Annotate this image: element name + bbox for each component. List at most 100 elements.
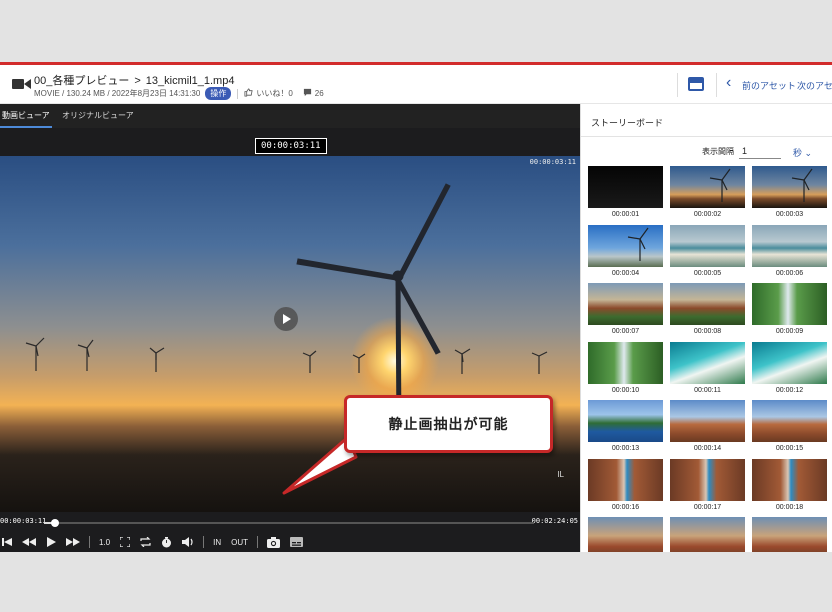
thumbnail-image <box>670 517 745 552</box>
thumbnail-timestamp: 00:00:03 <box>775 211 804 218</box>
storyboard-thumbnail[interactable]: 00:00:12 <box>752 341 827 394</box>
thumbnail-timestamp: 00:00:02 <box>693 211 722 218</box>
breadcrumb-folder[interactable]: 00_各種プレビュー <box>34 75 129 87</box>
storyboard-thumbnail[interactable]: 00:00:09 <box>752 283 827 335</box>
thumbnail-image <box>588 283 663 325</box>
breadcrumb-separator: > <box>134 75 141 87</box>
thumbnail-timestamp: 00:00:04 <box>611 269 640 277</box>
thumbnail-image <box>588 517 663 552</box>
divider <box>716 73 717 97</box>
timer-icon[interactable] <box>161 536 172 548</box>
feature-callout: 静止画抽出が可能 <box>344 395 553 453</box>
storyboard-thumbnail[interactable]: 00:00:01 <box>588 166 663 218</box>
thumbnail-image <box>752 166 827 208</box>
volume-icon[interactable] <box>182 537 194 547</box>
storyboard-thumbnail[interactable]: 00:00:17 <box>670 458 745 511</box>
operation-button[interactable]: 操作 <box>205 87 232 100</box>
breadcrumb: 00_各種プレビュー >13_kicmil1_1.mp4 <box>34 72 234 88</box>
storyboard-thumbnail[interactable]: 00:00:14 <box>670 400 745 452</box>
interval-input[interactable] <box>739 143 781 159</box>
frame-timecode: 00:00:03:11 <box>529 158 576 166</box>
interval-unit-select[interactable]: 秒 ⌄ <box>793 146 812 159</box>
skip-start-icon[interactable] <box>2 537 12 547</box>
storyboard-thumbnail[interactable]: 00:00:16 <box>588 458 663 511</box>
asset-meta-text: MOVIE / 130.24 MB / 2022年8月23日 14:31:30 <box>34 89 201 98</box>
storyboard-thumbnail[interactable]: 00:00:18 <box>752 458 827 511</box>
mark-out-button[interactable]: OUT <box>231 538 248 547</box>
panel-toggle-icon[interactable] <box>688 77 704 91</box>
rewind-icon[interactable] <box>22 537 36 547</box>
storyboard-thumbnail[interactable] <box>588 517 663 552</box>
storyboard-thumbnail[interactable] <box>670 517 745 552</box>
thumbnail-image <box>588 400 663 442</box>
chevron-down-icon: ⌄ <box>804 148 813 158</box>
play-overlay-icon[interactable] <box>274 307 298 331</box>
storyboard-thumbnail[interactable]: 00:00:11 <box>670 341 745 394</box>
asset-meta: MOVIE / 130.24 MB / 2022年8月23日 14:31:30 … <box>34 87 324 100</box>
thumbs-up-icon[interactable] <box>244 88 253 99</box>
fullscreen-icon[interactable] <box>120 537 131 547</box>
storyboard-thumbnail[interactable]: 00:00:05 <box>670 224 745 277</box>
thumbnail-image <box>752 458 827 501</box>
thumbnail-image <box>670 341 745 384</box>
seek-handle[interactable] <box>51 519 60 527</box>
chevron-left-icon[interactable]: ‹ <box>726 74 731 92</box>
thumbnail-timestamp: 00:00:15 <box>775 445 804 452</box>
divider <box>581 136 832 137</box>
divider <box>257 536 259 548</box>
asset-header: 00_各種プレビュー >13_kicmil1_1.mp4 MOVIE / 130.… <box>0 65 832 104</box>
thumbnail-timestamp: 00:00:08 <box>693 328 722 335</box>
loop-icon[interactable] <box>140 537 151 547</box>
storyboard-thumbnail[interactable]: 00:00:07 <box>588 283 663 335</box>
thumbnail-timestamp: 00:00:01 <box>611 211 640 218</box>
subtitles-icon[interactable] <box>290 537 304 547</box>
thumbnail-image <box>588 166 663 208</box>
storyboard-thumbnail[interactable]: 00:00:13 <box>588 400 663 452</box>
playback-speed[interactable]: 1.0 <box>99 538 110 547</box>
storyboard-thumbnail[interactable]: 00:00:03 <box>752 166 827 218</box>
thumbnail-image <box>752 341 827 384</box>
seek-bar[interactable] <box>44 519 534 527</box>
storyboard-thumbnail[interactable]: 00:00:15 <box>752 400 827 452</box>
thumbnail-timestamp: 00:00:14 <box>693 445 722 452</box>
storyboard-thumbnail[interactable]: 00:00:02 <box>670 166 745 218</box>
storyboard-panel: ストーリーボード 表示間隔 秒 ⌄ 00:00:01 00:00:02 00:00:… <box>580 104 832 552</box>
thumbnail-timestamp: 00:00:10 <box>611 386 640 394</box>
next-asset-link[interactable]: 次のアセット <box>797 79 832 92</box>
thumbnail-image <box>670 458 745 501</box>
snapshot-camera-icon[interactable] <box>267 536 281 548</box>
interval-unit-value: 秒 <box>793 148 803 158</box>
play-icon[interactable] <box>46 537 56 547</box>
mark-in-button[interactable]: IN <box>213 538 221 547</box>
storyboard-thumbnail[interactable]: 00:00:06 <box>752 224 827 277</box>
like-count[interactable]: いいね！0 <box>256 88 292 99</box>
comment-icon[interactable] <box>303 88 312 99</box>
watermark: IL <box>557 470 564 479</box>
thumbnail-timestamp: 00:00:06 <box>775 269 804 277</box>
thumbnail-timestamp: 00:00:17 <box>693 503 722 511</box>
prev-asset-link[interactable]: 前のアセット <box>742 79 796 92</box>
frame-accent-line <box>0 62 832 65</box>
viewer-tabs: 動画ビューア オリジナルビューア <box>0 104 580 128</box>
thumbnail-image <box>752 517 827 552</box>
asset-filename: 13_kicmil1_1.mp4 <box>145 75 235 87</box>
storyboard-thumbnail[interactable] <box>752 517 827 552</box>
thumbnail-image <box>670 224 745 267</box>
interval-label: 表示間隔 <box>702 147 734 156</box>
storyboard-thumbnail[interactable]: 00:00:04 <box>588 224 663 277</box>
thumbnail-image <box>670 400 745 442</box>
storyboard-thumbnail[interactable]: 00:00:08 <box>670 283 745 335</box>
storyboard-title: ストーリーボード <box>591 118 664 128</box>
divider <box>237 88 239 99</box>
tab-original-viewer[interactable]: オリジナルビューア <box>62 110 134 121</box>
total-time: 00:02:24:05 <box>531 517 578 525</box>
callout-text: 静止画抽出が可能 <box>388 416 509 432</box>
thumbnail-timestamp: 00:00:13 <box>611 445 640 452</box>
fast-forward-icon[interactable] <box>66 537 80 547</box>
tab-video-viewer[interactable]: 動画ビューア <box>2 110 50 121</box>
thumbnail-image <box>752 400 827 442</box>
storyboard-thumbnail[interactable]: 00:00:10 <box>588 341 663 394</box>
thumbnail-image <box>588 224 663 267</box>
thumbnail-image <box>670 166 745 208</box>
divider <box>203 536 205 548</box>
